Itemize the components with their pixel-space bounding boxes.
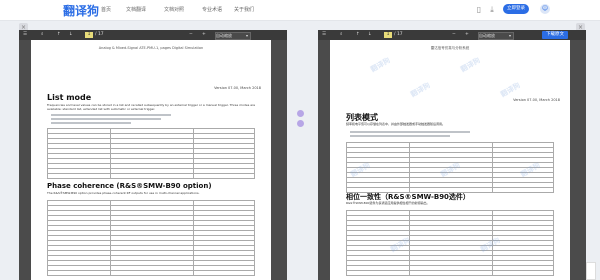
avatar-icon[interactable]: ☺ [540, 4, 550, 14]
login-button[interactable]: 立即登录 [503, 4, 529, 14]
left-document-viewer: ☰ ⌕ ↑ ↓ 1 / 17 − + 自动缩放 ▾ Analog & Mixed-… [19, 30, 287, 280]
zoom-mode-select[interactable]: 自动缩放 ▾ [215, 32, 251, 40]
spec-table-list [47, 128, 255, 179]
right-document-page: 雷达信号仿真与分析系统 Version 07.00, March 2018 列表… [330, 40, 570, 280]
feedback-tab[interactable] [586, 262, 596, 280]
next-page-icon[interactable]: ↓ [368, 32, 372, 38]
nav-terminology[interactable]: 专业术语 [202, 6, 222, 13]
nav-about[interactable]: 关于我们 [234, 6, 254, 13]
watermark: 翻译狗 [369, 56, 392, 74]
zoom-in-icon[interactable]: + [465, 32, 469, 38]
left-viewer-canvas[interactable]: Analog & Mixed-Signal ATE-PMU-1, pages D… [19, 40, 287, 280]
page-header: Analog & Mixed-Signal ATE-PMU-1, pages D… [98, 46, 204, 50]
zoom-in-icon[interactable]: + [202, 32, 206, 38]
nav-document-compare[interactable]: 文档对照 [164, 6, 184, 13]
mobile-icon[interactable]: ▯ [474, 4, 484, 15]
nav-document-translation[interactable]: 文档翻译 [126, 6, 146, 13]
page-total: / 17 [95, 32, 104, 37]
prev-page-icon[interactable]: ↑ [356, 32, 360, 38]
download-icon[interactable]: ⤓ [487, 4, 497, 15]
right-viewer-canvas[interactable]: 雷达信号仿真与分析系统 Version 07.00, March 2018 列表… [318, 40, 586, 280]
left-document-page: Analog & Mixed-Signal ATE-PMU-1, pages D… [31, 40, 271, 280]
left-viewer-toolbar: ☰ ⌕ ↑ ↓ 1 / 17 − + 自动缩放 ▾ [19, 30, 287, 40]
page-number-input[interactable]: 1 [384, 32, 392, 38]
page-number-input[interactable]: 1 [85, 32, 93, 38]
spec-table-phase [346, 210, 554, 276]
sidebar-toggle-icon[interactable]: ☰ [23, 32, 27, 38]
text-line [51, 118, 161, 120]
spec-table-phase [47, 200, 255, 276]
page-header: 雷达信号仿真与分析系统 [430, 46, 470, 50]
top-navigation-bar: 翻译狗 首页 文档翻译 文档对照 专业术语 关于我们 ▯ ⤓ 立即登录 ☺ [0, 0, 600, 21]
next-page-icon[interactable]: ↓ [69, 32, 73, 38]
page-total: / 17 [394, 32, 403, 37]
text-line [51, 114, 171, 116]
search-icon[interactable]: ⌕ [41, 32, 44, 38]
download-original-button[interactable]: 下载原文 [542, 31, 568, 39]
zoom-out-icon[interactable]: − [189, 32, 193, 38]
right-viewer-toolbar: ☰ ⌕ ↑ ↓ 1 / 17 − + 自动缩放 ▾ 下载原文 [318, 30, 586, 40]
watermark: 翻译狗 [499, 81, 522, 99]
text-line [350, 135, 450, 137]
zoom-mode-select[interactable]: 自动缩放 ▾ [478, 32, 514, 40]
paragraph-phase-coherence: The R&S®SMW-B90 option provides phase-co… [47, 191, 200, 195]
scroll-sync-up-handle[interactable] [297, 110, 304, 117]
right-document-viewer: ☰ ⌕ ↑ ↓ 1 / 17 − + 自动缩放 ▾ 下载原文 雷达信号仿真与分析系… [318, 30, 586, 280]
heading-list-mode: List mode [47, 93, 92, 102]
zoom-out-icon[interactable]: − [452, 32, 456, 38]
watermark: 翻译狗 [459, 56, 482, 74]
sidebar-toggle-icon[interactable]: ☰ [322, 32, 326, 38]
heading-phase-coherence: Phase coherence (R&S®SMW-B90 option) [47, 182, 212, 190]
paragraph-list-mode: Frequencies and level values can be stor… [47, 103, 256, 111]
text-line [51, 122, 131, 124]
paragraph-phase-coherence: R&S®SMW-B90选件为多通道应用提供相位相干的射频输出。 [346, 201, 430, 205]
version-text: Version 07.00, March 2018 [214, 86, 261, 90]
version-text: Version 07.00, March 2018 [513, 98, 560, 102]
search-icon[interactable]: ⌕ [340, 32, 343, 38]
nav-home[interactable]: 首页 [101, 6, 111, 13]
paragraph-list-mode: 频率和电平值可以存储在列表中，并由外部触发器或手动触发器随后调用。 [346, 122, 446, 126]
app-logo[interactable]: 翻译狗 [63, 2, 99, 19]
scroll-sync-down-handle[interactable] [297, 120, 304, 127]
watermark: 翻译狗 [409, 81, 432, 99]
prev-page-icon[interactable]: ↑ [57, 32, 61, 38]
text-line [350, 131, 470, 133]
